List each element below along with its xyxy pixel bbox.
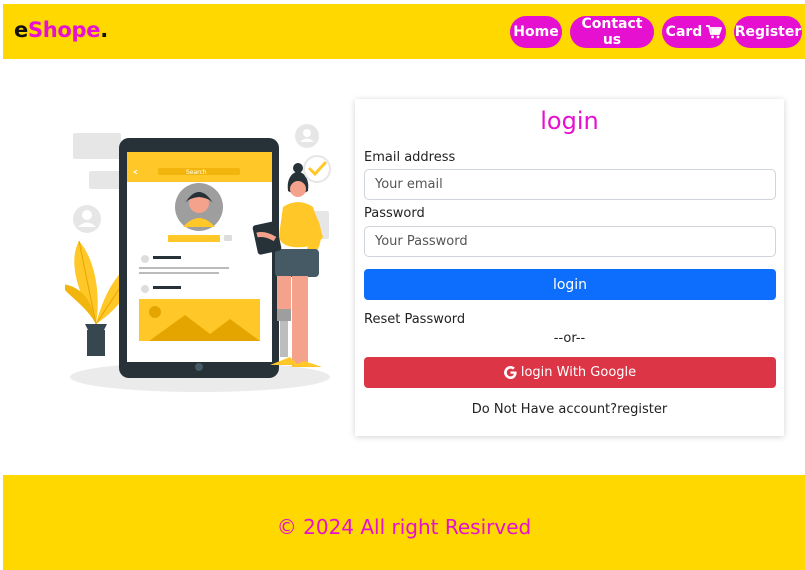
or-separator: --or-- (553, 331, 586, 346)
nav-home-button[interactable]: Home (510, 16, 562, 48)
nav-card-button[interactable]: Card (662, 16, 726, 48)
login-button[interactable]: login (364, 269, 776, 300)
login-illustration: Search (61, 119, 340, 399)
nav-contact-button[interactable]: Contact us (570, 16, 654, 48)
google-login-button[interactable]: login With Google (364, 357, 776, 388)
login-title: login (540, 107, 599, 135)
register-prompt: Do Not Have account?register (355, 402, 784, 417)
register-prompt-text: Do Not Have account? (471, 402, 618, 417)
google-button-label: login With Google (520, 365, 637, 380)
email-label: Email address (364, 150, 456, 165)
login-card: login Email address Password login Reset… (355, 99, 784, 436)
copyright-text: © 2024 All right Resirved (276, 515, 532, 539)
navbar: eShope. Home Contact us Card Register (3, 4, 805, 59)
cart-icon (706, 25, 723, 39)
google-icon (503, 366, 517, 379)
password-input[interactable] (364, 226, 776, 257)
nav-register-button[interactable]: Register (734, 16, 802, 48)
nav-card-label: Card (665, 24, 703, 40)
footer: © 2024 All right Resirved (3, 475, 805, 570)
email-input[interactable] (364, 169, 776, 200)
password-label: Password (364, 206, 425, 221)
brand-logo[interactable]: eShope. (14, 18, 108, 42)
page: eShope. Home Contact us Card Register Se… (3, 4, 805, 570)
register-link[interactable]: register (617, 402, 667, 417)
illustration-search-text: Search (186, 169, 207, 176)
reset-password-link[interactable]: Reset Password (364, 312, 465, 327)
